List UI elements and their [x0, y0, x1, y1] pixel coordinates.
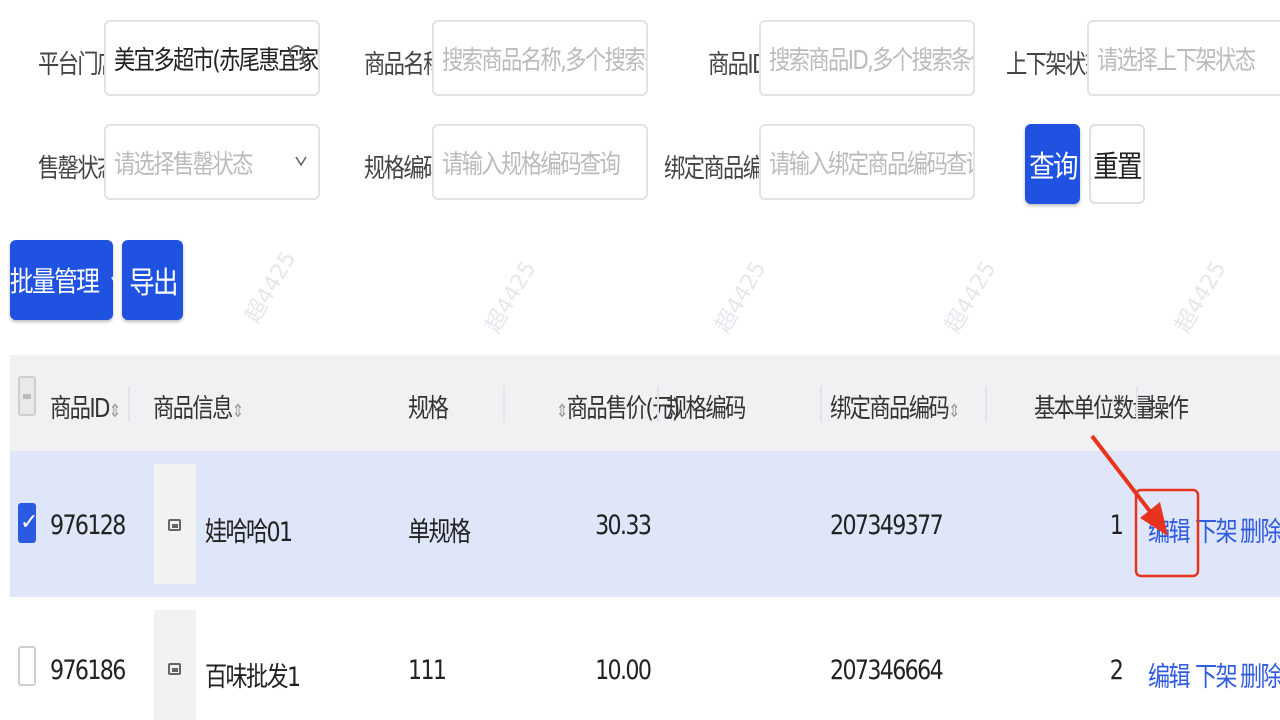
- row-unit-qty: 2: [1109, 655, 1124, 686]
- image-icon: [168, 663, 181, 675]
- product-id-label: 商品ID: [708, 50, 768, 80]
- spec-code-input[interactable]: 请输入规格编码查询: [432, 124, 648, 200]
- delete-link[interactable]: 删除: [1240, 510, 1280, 549]
- col-header-spec: 规格: [408, 394, 449, 424]
- product-id-placeholder: 搜索商品ID,多个搜索条件...: [769, 45, 973, 76]
- col-header-id[interactable]: 商品ID⇕: [50, 388, 121, 425]
- product-id-input[interactable]: 搜索商品ID,多个搜索条件...: [759, 20, 975, 96]
- batch-manage-button[interactable]: 批量管理: [9, 240, 121, 320]
- product-thumbnail: [154, 610, 196, 720]
- query-button[interactable]: 查询: [1025, 124, 1080, 204]
- row-spec: 111: [408, 655, 447, 686]
- product-thumbnail: [154, 464, 196, 584]
- image-icon: [168, 519, 181, 531]
- col-header-actions: 操作: [1148, 394, 1189, 424]
- shelf-status-select[interactable]: 请选择上下架状态: [1087, 20, 1280, 96]
- store-field[interactable]: 美宜多超市(赤尾惠宜家): [104, 20, 320, 96]
- watermark: 超4425: [480, 257, 542, 338]
- product-name-input[interactable]: 搜索商品名称,多个搜索条...: [432, 20, 648, 96]
- row-product-id: 976186: [50, 655, 126, 686]
- col-header-spec-code: 规格编码: [666, 394, 746, 424]
- off-shelf-link[interactable]: 下架: [1195, 655, 1238, 694]
- search-icon[interactable]: [288, 44, 308, 74]
- watermark: 超4425: [710, 257, 772, 338]
- row-price: 10.00: [594, 655, 652, 686]
- product-name-label: 商品名称: [364, 50, 444, 80]
- row-bound-code: 207349377: [830, 510, 944, 541]
- col-header-info[interactable]: 商品信息⇕: [153, 388, 244, 425]
- sort-icon[interactable]: ⇕: [556, 401, 568, 422]
- row-price: 30.33: [594, 510, 652, 541]
- export-button[interactable]: 导出: [122, 240, 183, 320]
- sort-icon[interactable]: ⇕: [948, 401, 960, 422]
- bound-code-input[interactable]: 请输入绑定商品编码查询: [759, 124, 975, 200]
- spec-code-label: 规格编码: [364, 154, 444, 184]
- watermark: 超4425: [240, 247, 302, 328]
- select-all-checkbox[interactable]: [18, 376, 36, 416]
- row-checkbox[interactable]: [18, 646, 36, 686]
- bound-code-placeholder: 请输入绑定商品编码查询: [769, 149, 975, 180]
- col-header-unit-qty: 基本单位数量: [1034, 394, 1154, 424]
- delete-link[interactable]: 删除: [1240, 655, 1280, 694]
- row-product-name[interactable]: 百味批发1: [205, 655, 301, 694]
- annotation-arrow-icon: [1090, 434, 1200, 578]
- edit-link[interactable]: 编辑: [1148, 655, 1191, 694]
- col-header-bound-code[interactable]: 绑定商品编码⇕: [830, 388, 960, 425]
- chevron-down-icon[interactable]: [294, 148, 308, 178]
- shelf-status-placeholder: 请选择上下架状态: [1097, 45, 1256, 76]
- row-product-name[interactable]: 娃哈哈01: [205, 510, 293, 549]
- spec-code-placeholder: 请输入规格编码查询: [442, 149, 621, 180]
- row-checkbox[interactable]: ✓: [18, 503, 38, 543]
- row-product-id: 976128: [50, 510, 126, 541]
- watermark: 超4425: [940, 257, 1002, 338]
- chevron-down-icon: [110, 264, 121, 297]
- row-bound-code: 207346664: [830, 655, 944, 686]
- row-spec: 单规格: [408, 517, 471, 548]
- watermark: 超4425: [1170, 257, 1232, 338]
- product-name-placeholder: 搜索商品名称,多个搜索条...: [442, 45, 646, 76]
- sold-out-placeholder: 请选择售罄状态: [114, 149, 253, 180]
- sold-out-select[interactable]: 请选择售罄状态: [104, 124, 320, 200]
- col-header-price[interactable]: ⇕商品售价(元): [556, 388, 680, 425]
- sort-icon[interactable]: ⇕: [109, 401, 121, 422]
- sort-icon[interactable]: ⇕: [232, 401, 244, 422]
- reset-button[interactable]: 重置: [1089, 124, 1145, 204]
